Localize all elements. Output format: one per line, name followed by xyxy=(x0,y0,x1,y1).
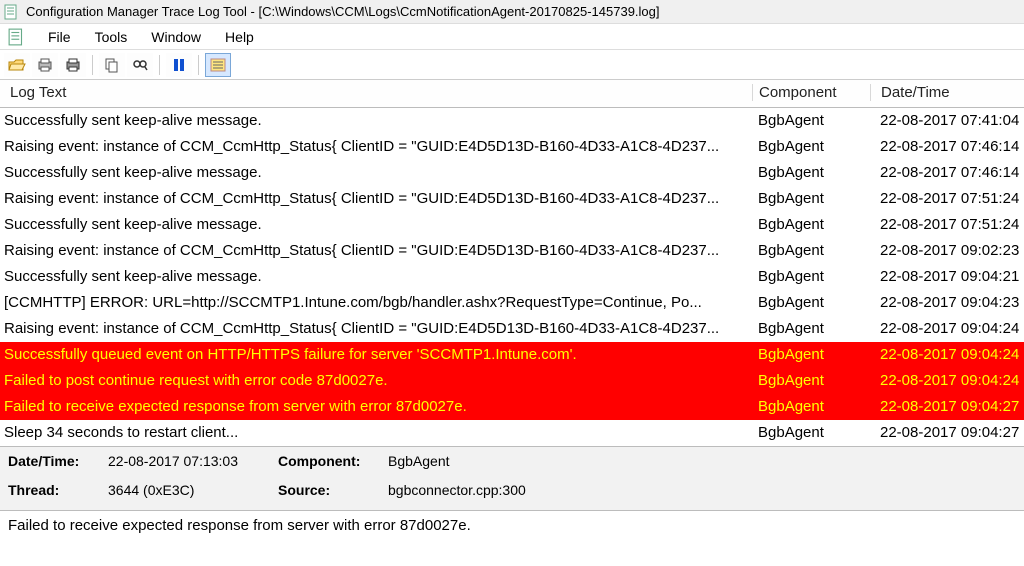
title-bar: Configuration Manager Trace Log Tool - [… xyxy=(0,0,1024,24)
menu-tools[interactable]: Tools xyxy=(85,27,138,47)
menu-file[interactable]: File xyxy=(38,27,81,47)
log-datetime: 22-08-2017 09:04:27 xyxy=(870,420,1024,446)
find-button[interactable] xyxy=(127,53,153,77)
log-row[interactable]: Successfully sent keep-alive message.Bgb… xyxy=(0,264,1024,290)
toolbar xyxy=(0,50,1024,80)
value-component: BgbAgent xyxy=(388,453,648,478)
log-text: Failed to receive expected response from… xyxy=(0,394,752,420)
log-text: Successfully sent keep-alive message. xyxy=(0,264,752,290)
column-header-comp[interactable]: Component xyxy=(752,84,870,101)
log-text: Successfully sent keep-alive message. xyxy=(0,108,752,134)
log-list[interactable]: Successfully sent keep-alive message.Bgb… xyxy=(0,108,1024,446)
log-datetime: 22-08-2017 07:51:24 xyxy=(870,186,1024,212)
column-header-date[interactable]: Date/Time xyxy=(870,84,1024,101)
toolbar-separator xyxy=(198,55,199,75)
log-row[interactable]: Successfully sent keep-alive message.Bgb… xyxy=(0,212,1024,238)
print-button[interactable] xyxy=(60,53,86,77)
details-pane: Date/Time: 22-08-2017 07:13:03 Component… xyxy=(0,446,1024,510)
log-text: Sleep 34 seconds to restart client... xyxy=(0,420,752,446)
value-thread: 3644 (0xE3C) xyxy=(108,482,278,507)
value-datetime: 22-08-2017 07:13:03 xyxy=(108,453,278,478)
log-text: Raising event: instance of CCM_CcmHttp_S… xyxy=(0,316,752,342)
log-datetime: 22-08-2017 09:04:21 xyxy=(870,264,1024,290)
highlight-button[interactable] xyxy=(205,53,231,77)
pause-button[interactable] xyxy=(166,53,192,77)
log-component: BgbAgent xyxy=(752,186,870,212)
log-datetime: 22-08-2017 09:04:23 xyxy=(870,290,1024,316)
window-title: Configuration Manager Trace Log Tool - [… xyxy=(26,4,660,19)
log-text: Raising event: instance of CCM_CcmHttp_S… xyxy=(0,134,752,160)
log-row[interactable]: Failed to receive expected response from… xyxy=(0,394,1024,420)
doc-icon xyxy=(8,28,26,46)
value-source: bgbconnector.cpp:300 xyxy=(388,482,648,507)
log-row[interactable]: Failed to post continue request with err… xyxy=(0,368,1024,394)
menu-help[interactable]: Help xyxy=(215,27,264,47)
log-row[interactable]: Successfully sent keep-alive message.Bgb… xyxy=(0,160,1024,186)
log-text: Raising event: instance of CCM_CcmHttp_S… xyxy=(0,238,752,264)
log-text: Successfully queued event on HTTP/HTTPS … xyxy=(0,342,752,368)
log-row[interactable]: Successfully sent keep-alive message.Bgb… xyxy=(0,108,1024,134)
log-datetime: 22-08-2017 07:51:24 xyxy=(870,212,1024,238)
log-text: Successfully sent keep-alive message. xyxy=(0,212,752,238)
app-icon xyxy=(4,4,20,20)
toolbar-separator xyxy=(92,55,93,75)
log-datetime: 22-08-2017 09:04:27 xyxy=(870,394,1024,420)
log-text: [CCMHTTP] ERROR: URL=http://SCCMTP1.Intu… xyxy=(0,290,752,316)
log-row[interactable]: Successfully queued event on HTTP/HTTPS … xyxy=(0,342,1024,368)
label-datetime: Date/Time: xyxy=(8,453,108,478)
log-component: BgbAgent xyxy=(752,238,870,264)
log-component: BgbAgent xyxy=(752,134,870,160)
label-source: Source: xyxy=(278,482,388,507)
log-datetime: 22-08-2017 07:41:04 xyxy=(870,108,1024,134)
log-datetime: 22-08-2017 09:04:24 xyxy=(870,316,1024,342)
log-datetime: 22-08-2017 09:04:24 xyxy=(870,368,1024,394)
log-datetime: 22-08-2017 09:02:23 xyxy=(870,238,1024,264)
copy-button[interactable] xyxy=(99,53,125,77)
log-text: Successfully sent keep-alive message. xyxy=(0,160,752,186)
open-button[interactable] xyxy=(4,53,30,77)
log-component: BgbAgent xyxy=(752,420,870,446)
log-component: BgbAgent xyxy=(752,264,870,290)
toolbar-separator xyxy=(159,55,160,75)
log-row[interactable]: Raising event: instance of CCM_CcmHttp_S… xyxy=(0,186,1024,212)
column-headers: Log Text Component Date/Time xyxy=(0,80,1024,108)
log-row[interactable]: [CCMHTTP] ERROR: URL=http://SCCMTP1.Intu… xyxy=(0,290,1024,316)
menu-bar: File Tools Window Help xyxy=(0,24,1024,50)
log-component: BgbAgent xyxy=(752,368,870,394)
log-component: BgbAgent xyxy=(752,290,870,316)
label-thread: Thread: xyxy=(8,482,108,507)
log-row[interactable]: Sleep 34 seconds to restart client...Bgb… xyxy=(0,420,1024,446)
message-pane: Failed to receive expected response from… xyxy=(0,510,1024,542)
column-header-log[interactable]: Log Text xyxy=(0,84,752,101)
log-component: BgbAgent xyxy=(752,108,870,134)
print-setup-button[interactable] xyxy=(32,53,58,77)
log-row[interactable]: Raising event: instance of CCM_CcmHttp_S… xyxy=(0,134,1024,160)
label-component: Component: xyxy=(278,453,388,478)
log-component: BgbAgent xyxy=(752,212,870,238)
log-text: Failed to post continue request with err… xyxy=(0,368,752,394)
log-component: BgbAgent xyxy=(752,160,870,186)
log-row[interactable]: Raising event: instance of CCM_CcmHttp_S… xyxy=(0,316,1024,342)
log-component: BgbAgent xyxy=(752,316,870,342)
log-text: Raising event: instance of CCM_CcmHttp_S… xyxy=(0,186,752,212)
log-component: BgbAgent xyxy=(752,342,870,368)
log-datetime: 22-08-2017 07:46:14 xyxy=(870,160,1024,186)
log-datetime: 22-08-2017 09:04:24 xyxy=(870,342,1024,368)
log-row[interactable]: Raising event: instance of CCM_CcmHttp_S… xyxy=(0,238,1024,264)
log-component: BgbAgent xyxy=(752,394,870,420)
menu-window[interactable]: Window xyxy=(141,27,211,47)
log-datetime: 22-08-2017 07:46:14 xyxy=(870,134,1024,160)
